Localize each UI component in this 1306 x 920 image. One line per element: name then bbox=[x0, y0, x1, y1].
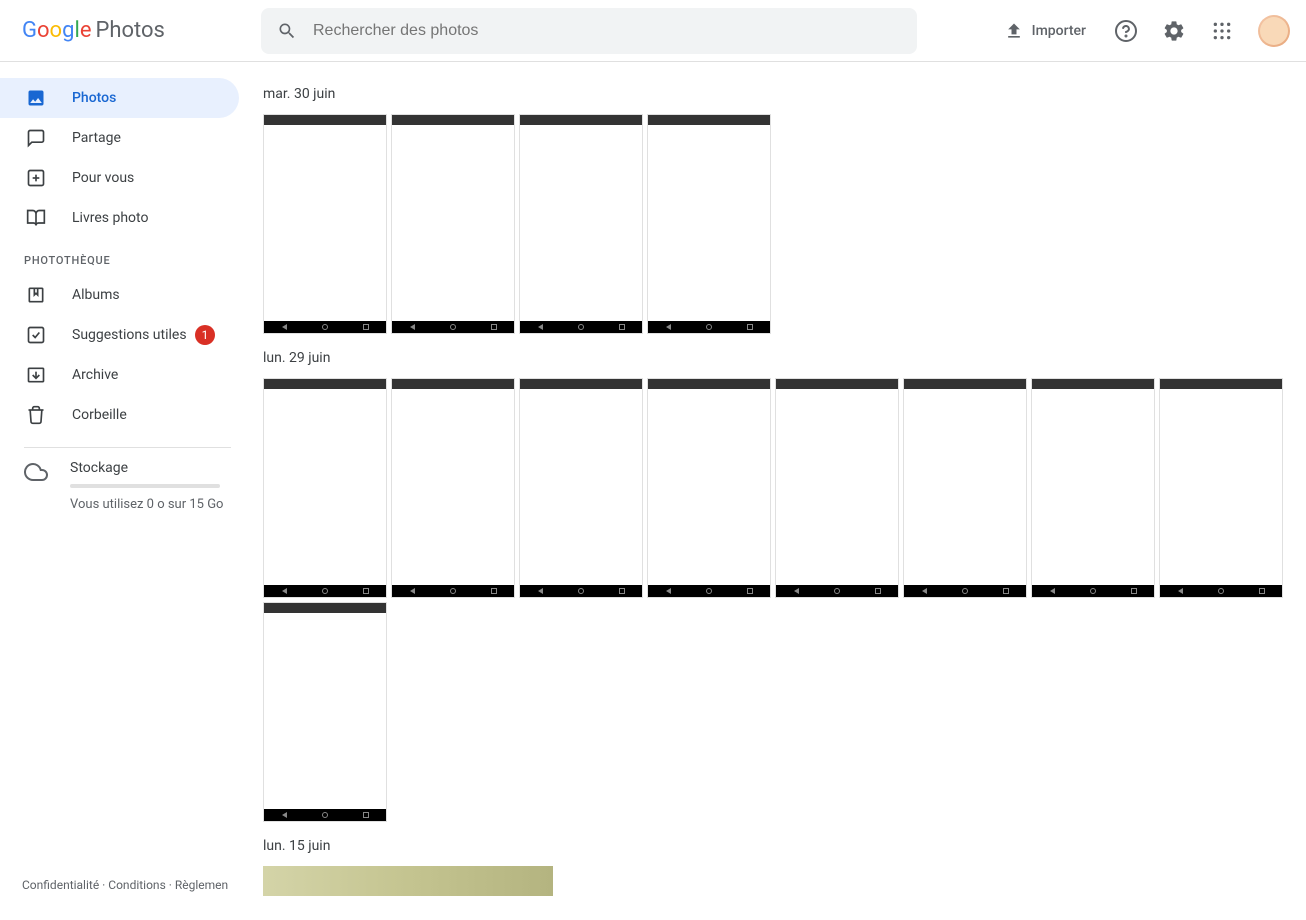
photo-thumbnail[interactable] bbox=[1159, 378, 1283, 598]
library-section-label: PHOTOTHÈQUE bbox=[0, 238, 255, 275]
sidebar-item-label: Photos bbox=[72, 90, 116, 106]
photo-row bbox=[263, 114, 1306, 334]
photo-row bbox=[263, 602, 1306, 822]
photo-thumbnail[interactable] bbox=[263, 378, 387, 598]
google-logo: Google bbox=[22, 18, 91, 43]
photo-thumbnail[interactable] bbox=[903, 378, 1027, 598]
sidebar-item-albums[interactable]: Albums bbox=[0, 275, 239, 315]
nav-badge: 1 bbox=[195, 325, 215, 345]
photo-thumbnail[interactable] bbox=[263, 114, 387, 334]
storage-bar bbox=[70, 484, 220, 488]
help-icon bbox=[1114, 19, 1138, 43]
sidebar-item-label: Albums bbox=[72, 287, 120, 303]
rules-link[interactable]: Règlemen bbox=[175, 878, 228, 892]
cloud-icon bbox=[24, 460, 48, 484]
photo-thumbnail[interactable] bbox=[1031, 378, 1155, 598]
sidebar-item-label: Archive bbox=[72, 367, 118, 383]
photo-row bbox=[263, 378, 1306, 598]
search-input[interactable] bbox=[313, 22, 901, 40]
upload-icon bbox=[1004, 21, 1024, 41]
foryou-icon bbox=[24, 168, 48, 188]
photo-thumbnail[interactable] bbox=[391, 114, 515, 334]
photo-thumbnail[interactable] bbox=[391, 378, 515, 598]
photo-thumbnail[interactable] bbox=[647, 114, 771, 334]
chat-icon bbox=[24, 128, 48, 148]
photo-row bbox=[263, 866, 1306, 896]
search-box[interactable] bbox=[261, 8, 917, 54]
sidebar-item-corbeille[interactable]: Corbeille bbox=[0, 395, 239, 435]
import-label: Importer bbox=[1032, 23, 1086, 39]
product-name: Photos bbox=[95, 18, 164, 43]
storage-title: Stockage bbox=[70, 460, 231, 476]
sidebar-item-label: Corbeille bbox=[72, 407, 127, 423]
footer-links: Confidentialité · Conditions · Règlemen bbox=[0, 870, 255, 900]
date-header[interactable]: lun. 15 juin bbox=[263, 838, 1306, 854]
archive-icon bbox=[24, 365, 48, 385]
header-actions: Importer bbox=[992, 11, 1290, 51]
sidebar-item-label: Partage bbox=[72, 130, 121, 146]
date-header[interactable]: mar. 30 juin bbox=[263, 86, 1306, 102]
settings-button[interactable] bbox=[1154, 11, 1194, 51]
apps-icon bbox=[1212, 21, 1232, 41]
photo-thumbnail[interactable] bbox=[647, 378, 771, 598]
sidebar-item-photos[interactable]: Photos bbox=[0, 78, 239, 118]
image-icon bbox=[24, 88, 48, 108]
storage-text: Vous utilisez 0 o sur 15 Go bbox=[70, 496, 231, 514]
account-avatar[interactable] bbox=[1258, 15, 1290, 47]
sidebar: Photos Partage Pour vous Livres photo PHOTO… bbox=[0, 62, 255, 920]
photo-thumbnail[interactable] bbox=[263, 866, 553, 896]
photo-thumbnail[interactable] bbox=[775, 378, 899, 598]
check-icon bbox=[24, 325, 48, 345]
sidebar-item-label: Suggestions utiles bbox=[72, 327, 187, 343]
privacy-link[interactable]: Confidentialité bbox=[22, 878, 99, 892]
gear-icon bbox=[1162, 19, 1186, 43]
trash-icon bbox=[24, 405, 48, 425]
app-header: Google Photos Importer bbox=[0, 0, 1306, 62]
photo-thumbnail[interactable] bbox=[519, 114, 643, 334]
bookmark-icon bbox=[24, 285, 48, 305]
divider bbox=[24, 447, 231, 448]
sidebar-item-partage[interactable]: Partage bbox=[0, 118, 239, 158]
apps-button[interactable] bbox=[1202, 11, 1242, 51]
photo-thumbnail[interactable] bbox=[263, 602, 387, 822]
sidebar-item-suggestions-utiles[interactable]: Suggestions utiles 1 bbox=[0, 315, 239, 355]
storage-block[interactable]: Stockage Vous utilisez 0 o sur 15 Go bbox=[0, 460, 255, 514]
help-button[interactable] bbox=[1106, 11, 1146, 51]
logo[interactable]: Google Photos bbox=[16, 18, 261, 43]
search-icon bbox=[277, 21, 297, 41]
sidebar-item-pour-vous[interactable]: Pour vous bbox=[0, 158, 239, 198]
photo-thumbnail[interactable] bbox=[519, 378, 643, 598]
sidebar-item-archive[interactable]: Archive bbox=[0, 355, 239, 395]
main-content: mar. 30 juin lun. 29 juin lun. 15 juin bbox=[255, 62, 1306, 920]
sidebar-item-label: Pour vous bbox=[72, 170, 134, 186]
date-header[interactable]: lun. 29 juin bbox=[263, 350, 1306, 366]
terms-link[interactable]: Conditions bbox=[108, 878, 165, 892]
sidebar-item-label: Livres photo bbox=[72, 210, 148, 226]
import-button[interactable]: Importer bbox=[992, 13, 1098, 49]
sidebar-item-livres-photo[interactable]: Livres photo bbox=[0, 198, 239, 238]
book-icon bbox=[24, 208, 48, 228]
